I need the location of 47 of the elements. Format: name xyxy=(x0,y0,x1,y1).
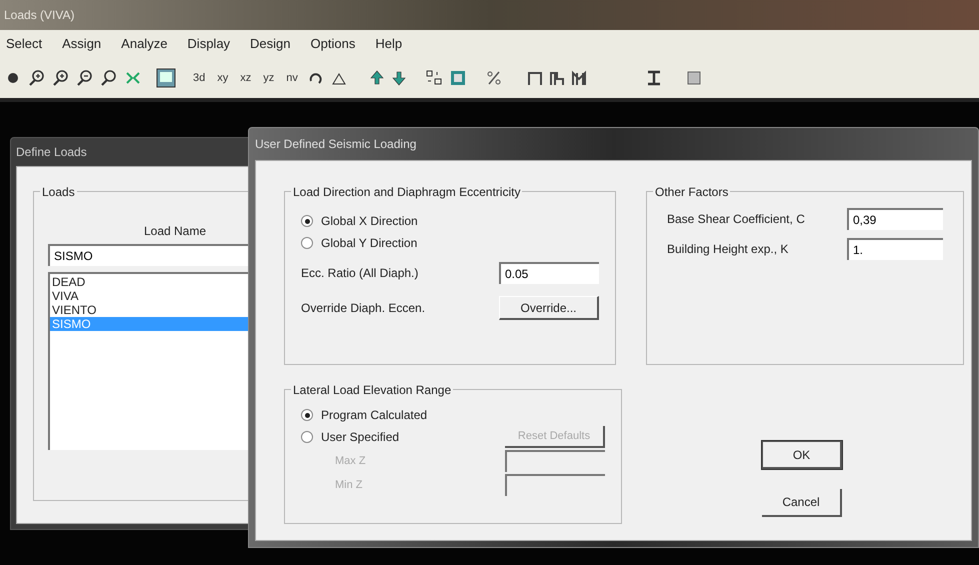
view-button[interactable]: nv xyxy=(283,70,301,86)
radio-label: Global Y Direction xyxy=(321,235,418,252)
radio-button[interactable] xyxy=(301,409,313,421)
dialog-button[interactable]: OK xyxy=(762,441,842,469)
window-title: Loads (VIVA) xyxy=(4,7,74,24)
radio-button[interactable] xyxy=(301,215,313,227)
zoom-in-icon[interactable] xyxy=(28,69,46,87)
menu-item[interactable]: Assign xyxy=(62,34,102,54)
window-icon[interactable] xyxy=(156,68,176,88)
menu-item[interactable]: Help xyxy=(375,34,402,54)
field-label: Base Shear Coefficient, C xyxy=(667,211,805,228)
radio-label: Program Calculated xyxy=(321,407,428,424)
view-button[interactable]: yz xyxy=(260,70,278,86)
menu-item[interactable]: Select xyxy=(6,34,42,54)
view-button[interactable]: xz xyxy=(237,70,254,86)
override-button[interactable]: Override... xyxy=(499,296,599,320)
dialog-title: User Defined Seismic Loading xyxy=(255,136,416,153)
zoom-in-icon[interactable] xyxy=(52,69,70,87)
percent-icon[interactable] xyxy=(484,69,503,87)
grid-icon[interactable] xyxy=(424,69,443,87)
menu-item[interactable]: Options xyxy=(310,34,356,54)
radio-button[interactable] xyxy=(301,431,313,443)
down-arrow-icon[interactable] xyxy=(390,69,407,87)
input-field[interactable]: 0,39 xyxy=(847,208,943,230)
zoom-icon[interactable] xyxy=(100,69,118,87)
menu-item[interactable]: Display xyxy=(187,34,230,54)
field-label: Ecc. Ratio (All Diaph.) xyxy=(301,265,418,282)
radio-label: User Specified xyxy=(321,429,400,446)
radio-label: Global X Direction xyxy=(321,213,418,230)
view-button[interactable]: 3d xyxy=(190,70,208,86)
field-label: Max Z xyxy=(335,454,366,469)
menu-item[interactable]: Analyze xyxy=(121,34,168,54)
input-field[interactable]: 0.05 xyxy=(499,262,599,284)
field-label: Min Z xyxy=(335,478,362,493)
input-field[interactable]: 1. xyxy=(847,238,943,260)
dialog-button[interactable]: Cancel xyxy=(762,489,842,517)
checkbox-icon[interactable] xyxy=(448,69,467,87)
radio-button[interactable] xyxy=(301,237,313,249)
column-header: Load Name xyxy=(144,223,206,240)
field-label: Building Height exp., K xyxy=(667,241,788,258)
up-arrow-icon[interactable] xyxy=(368,69,385,87)
zoom-out-icon[interactable] xyxy=(76,69,94,87)
field-label: Override Diaph. Eccen. xyxy=(301,300,426,317)
dialog-title: Define Loads xyxy=(16,144,87,161)
menu-item[interactable]: Design xyxy=(250,34,291,54)
square-icon[interactable] xyxy=(684,69,703,87)
view-button[interactable]: xy xyxy=(214,70,232,86)
